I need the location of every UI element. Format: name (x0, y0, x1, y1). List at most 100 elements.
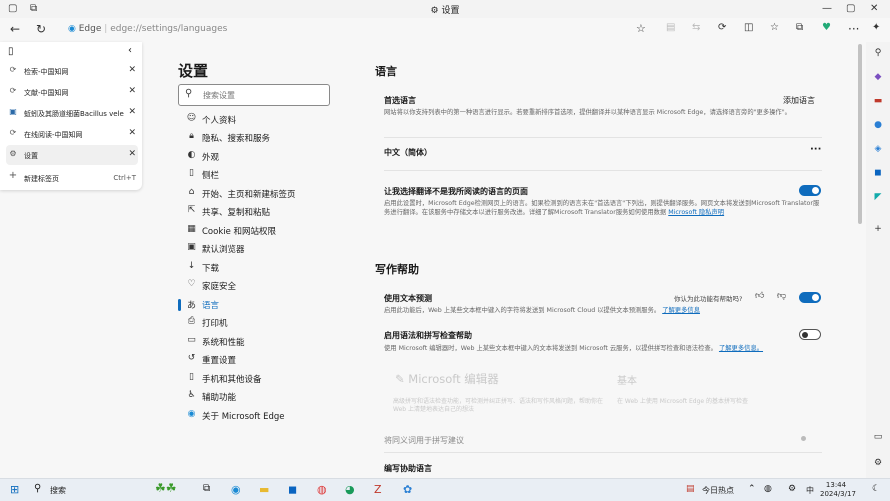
clover-widget-icon[interactable]: ☘☘ (155, 481, 177, 495)
tab-label: 在线阅读-中国知网 (24, 131, 83, 139)
settings-gear-icon[interactable]: ⚙ (872, 458, 884, 470)
synonym-toggle[interactable] (801, 436, 806, 441)
maximize-icon[interactable]: ▢ (846, 3, 855, 14)
news-widget-label[interactable]: 今日热点 (702, 485, 734, 496)
collapse-panel-icon[interactable]: ‹ (128, 45, 132, 56)
basic-desc: 在 Web 上使用 Microsoft Edge 的基本拼写检查 (617, 398, 749, 405)
windows-start-icon[interactable]: ⊞ (10, 483, 19, 496)
browser-essentials-icon[interactable]: ♥ (822, 22, 831, 33)
translate-desc: 启用此设置时，Microsoft Edge检测网页上的语言。如果检测到的语言未在… (384, 200, 820, 216)
extensions-icon[interactable]: ⟳ (718, 22, 726, 33)
cookie-icon: ▦ (187, 224, 196, 234)
close-tab-icon[interactable]: ✕ (128, 128, 136, 138)
printer-icon: ⎙ (187, 316, 196, 326)
ime-indicator[interactable]: 中 (806, 485, 814, 496)
grammar-toggle[interactable] (799, 329, 821, 340)
appearance-icon: ◐ (187, 150, 196, 160)
app-icon[interactable]: ◕ (345, 483, 355, 496)
zotero-icon[interactable]: Z (374, 483, 382, 496)
split-screen-icon[interactable]: ◫ (744, 22, 753, 33)
app-icon[interactable]: ✿ (403, 483, 412, 496)
divider (384, 452, 822, 453)
tray-icon[interactable]: ⚙ (788, 484, 796, 494)
close-tab-icon[interactable]: ✕ (128, 107, 136, 117)
taskbar: ⊞ ⚲ 搜索 ☘☘ ⧉ ◉ ▬ ◼ ◍ ◕ Z ✿ ▤ 今日热点 ⌃ ◍ ⚙ 中… (0, 478, 890, 501)
tab-item[interactable]: ⟳ 文献-中国知网 ✕ (6, 82, 138, 102)
plus-icon: + (8, 170, 18, 181)
tab-label: 文献-中国知网 (24, 89, 69, 97)
collections-icon[interactable]: ⧉ (796, 22, 803, 33)
reading-icon[interactable]: ▤ (666, 22, 675, 33)
tray-icon[interactable]: ◍ (764, 484, 772, 494)
office-icon[interactable]: ◈ (872, 144, 884, 156)
games-icon[interactable]: ● (872, 120, 884, 132)
learn-more-link[interactable]: 了解更多信息。 (719, 345, 763, 352)
close-tab-icon[interactable]: ✕ (128, 65, 136, 75)
copilot-icon[interactable]: ✦ (872, 22, 880, 33)
text-prediction-desc: 启用此功能后，Web 上某些文本框中键入的字符将发送到 Microsoft Cl… (384, 307, 700, 314)
share-icon[interactable]: ⇆ (692, 22, 700, 33)
clock[interactable]: 13:44 2024/3/17 (820, 481, 856, 499)
notification-icon[interactable]: ☾ (872, 484, 880, 494)
learn-more-link[interactable]: 了解更多信息 (662, 307, 700, 314)
preferred-languages-desc: 网站将以你支持列表中的第一种语言进行显示。若要重新排序首选项，提供翻译并以某种语… (384, 109, 791, 116)
language-icon: あ (186, 301, 196, 311)
shopping-icon[interactable]: ◆ (872, 72, 884, 84)
tab-item[interactable]: ⟳ 检索-中国知网 ✕ (6, 61, 138, 81)
search-input[interactable] (201, 88, 325, 102)
close-icon[interactable]: ✕ (870, 3, 878, 14)
favorites-icon[interactable]: ☆ (770, 22, 779, 33)
news-icon[interactable]: ▤ (686, 484, 695, 494)
minimize-icon[interactable]: — (822, 3, 832, 14)
scrollbar[interactable] (858, 44, 862, 224)
tab-item[interactable]: ⟳ 在线阅读-中国知网 ✕ (6, 124, 138, 144)
family-icon: ♡ (187, 279, 196, 289)
new-tab-button[interactable]: + 新建标签页 Ctrl+T (6, 168, 138, 188)
tab-item[interactable]: ▣ 蚯蚓及其肠道细菌Bacillus velez ✕ (6, 103, 138, 123)
add-language-button[interactable]: 添加语言 (783, 95, 815, 106)
editor-desc: 高级拼写和语法检查功能，可检测并纠正拼写、语法和写作风格问题，帮助你在 Web … (393, 398, 604, 413)
close-tab-icon[interactable]: ✕ (128, 86, 136, 96)
outlook-icon[interactable]: ◼ (872, 168, 884, 180)
edge-icon: ◉ (187, 409, 196, 419)
home-icon: ⌂ (188, 187, 195, 197)
menu-icon[interactable]: ··· (848, 22, 859, 36)
translate-toggle[interactable] (799, 185, 821, 196)
person-icon: ☺ (186, 113, 197, 123)
more-actions-button[interactable]: ··· (810, 144, 821, 155)
search-icon[interactable]: ⚲ (872, 48, 884, 60)
drop-icon[interactable]: ◤ (872, 192, 884, 204)
basic-option[interactable]: 基本 (617, 372, 637, 387)
text-prediction-toggle[interactable] (799, 292, 821, 303)
tools-icon[interactable]: ▬ (872, 96, 884, 108)
taskbar-search-label[interactable]: 搜索 (50, 485, 66, 496)
accessibility-icon: ♿︎ (187, 390, 196, 400)
close-tab-icon[interactable]: ✕ (128, 149, 136, 159)
grammar-desc: 使用 Microsoft 编辑器时，Web 上某些文本框中键入的文本将发送到 M… (384, 345, 764, 352)
chrome-icon[interactable]: ◍ (317, 483, 327, 496)
search-icon: ⚲ (185, 88, 193, 99)
privacy-link[interactable]: Microsoft 隐私声明 (668, 209, 724, 216)
back-icon[interactable]: ← (10, 22, 20, 36)
address-bar[interactable]: ◉ Edge | edge://settings/languages (68, 24, 227, 34)
add-icon[interactable]: + (872, 224, 884, 236)
tab-item-active[interactable]: ⚙ 设置 ✕ (6, 145, 138, 165)
thumbs-up-icon[interactable]: 👍︎ (755, 291, 764, 301)
favorite-star-icon[interactable]: ☆ (636, 22, 646, 35)
tab-label: 设置 (24, 152, 38, 160)
split-view-icon[interactable]: ▭ (872, 432, 884, 444)
phone-icon: ▯ (189, 372, 194, 382)
edge-taskbar-icon[interactable]: ◉ (231, 483, 241, 496)
chevron-up-icon[interactable]: ⌃ (748, 484, 756, 494)
tab-actions-icon[interactable]: ▯ (8, 46, 14, 57)
store-icon[interactable]: ◼ (288, 483, 297, 496)
file-explorer-icon[interactable]: ▬ (259, 483, 269, 496)
task-view-icon[interactable]: ⧉ (203, 483, 210, 494)
thumbs-down-icon[interactable]: 👎︎ (777, 291, 786, 301)
right-sidebar: ⚲ ◆ ▬ ● ◈ ◼ ◤ + ▭ ⚙ (866, 42, 890, 482)
search-settings-box[interactable]: ⚲ (178, 84, 330, 106)
editor-option[interactable]: ✎ Microsoft 编辑器 (395, 371, 499, 387)
refresh-icon[interactable]: ↻ (36, 22, 46, 36)
search-icon[interactable]: ⚲ (34, 483, 41, 494)
preferred-languages-title: 首选语言 (384, 96, 416, 105)
